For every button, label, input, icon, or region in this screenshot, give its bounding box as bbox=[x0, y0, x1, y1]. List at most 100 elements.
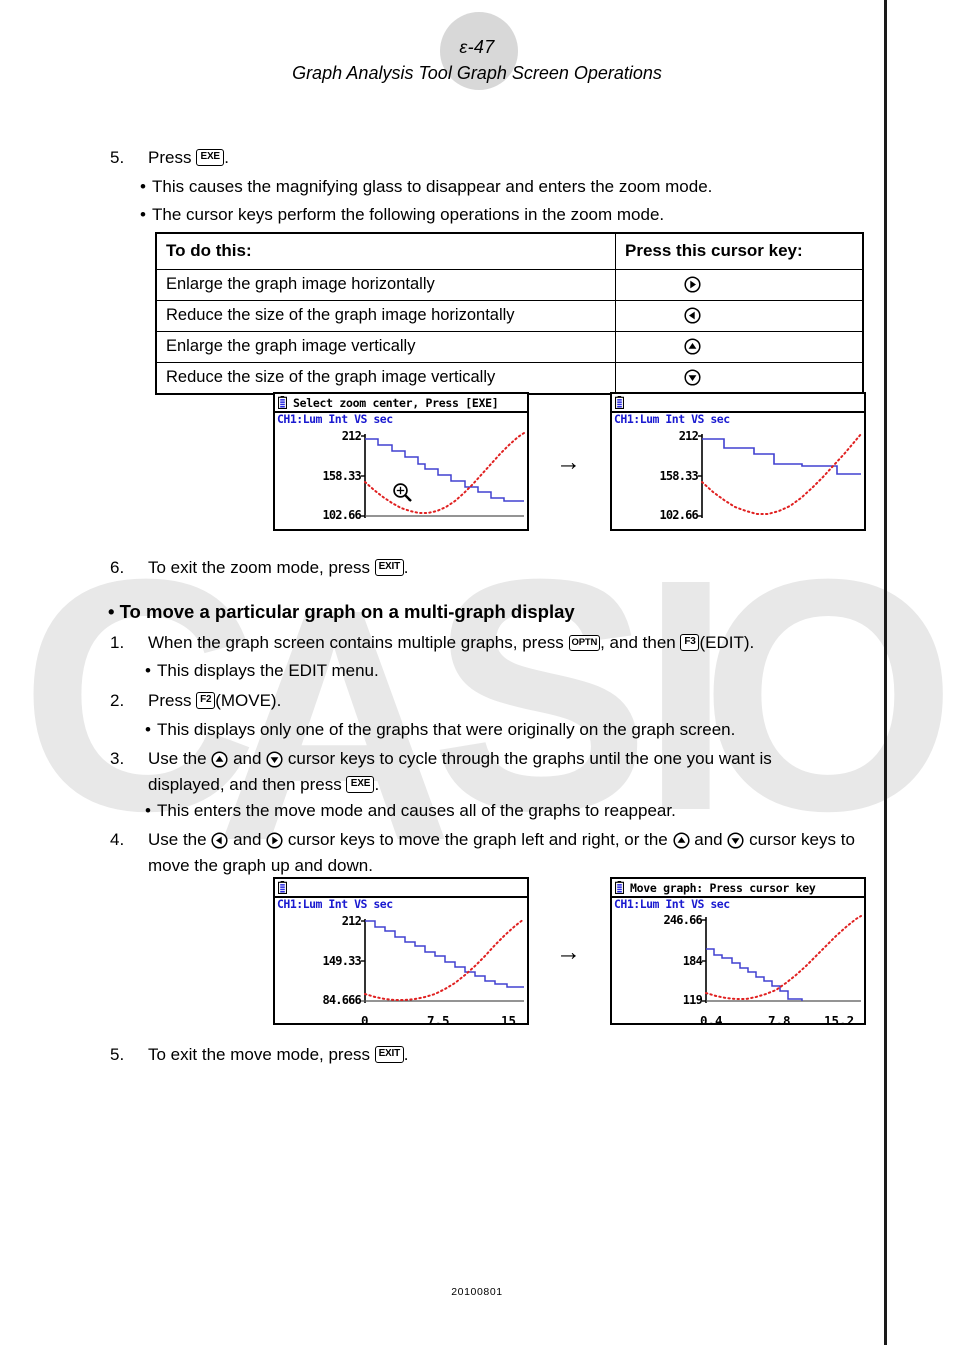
step-m1-text-c: (EDIT). bbox=[699, 633, 755, 652]
calculator-screen-fig2-after: Move graph: Press cursor key CH1:Lum Int… bbox=[610, 877, 866, 1025]
cursor-down-icon[interactable] bbox=[684, 368, 701, 386]
exe-key[interactable]: EXE bbox=[196, 149, 225, 166]
exit-key[interactable]: EXIT bbox=[374, 559, 404, 576]
step-5-body: Press EXE. bbox=[148, 145, 850, 171]
cursor-up-icon[interactable] bbox=[211, 750, 228, 768]
calc-x-axis-labels: 0.4 2.1 3.8 bbox=[696, 528, 853, 529]
step-m2-bullet-1-text: This displays only one of the graphs tha… bbox=[157, 720, 736, 739]
step-m1-number: 1. bbox=[110, 633, 125, 652]
step-5: 5. Press EXE. bbox=[110, 145, 850, 171]
step-m1-text-a: When the graph screen contains multiple … bbox=[148, 633, 564, 652]
x-label-1: 2.1 bbox=[767, 528, 790, 529]
table-cell-action: Enlarge the graph image horizontally bbox=[155, 269, 616, 301]
table-header-row: To do this: Press this cursor key: bbox=[155, 232, 864, 270]
cursor-key-operations-table: To do this: Press this cursor key: Enlar… bbox=[155, 232, 864, 395]
x-label-2: 15 bbox=[501, 1013, 517, 1025]
step-m3-text-a: Use the bbox=[148, 749, 207, 768]
table-row: Enlarge the graph image vertically bbox=[155, 331, 864, 363]
cursor-up-icon[interactable] bbox=[684, 337, 701, 355]
x-label-0: 0 bbox=[361, 528, 369, 529]
step-5-period: . bbox=[224, 148, 229, 167]
battery-icon bbox=[277, 881, 288, 895]
x-label-0: 0 bbox=[361, 1013, 369, 1025]
step-m4-text-b: and bbox=[233, 830, 262, 849]
y-label-bottom: 102.66 bbox=[322, 508, 361, 522]
page-right-rule bbox=[884, 0, 887, 1345]
calc-plot-area: 212 158.33 102.66 bbox=[275, 426, 527, 529]
step-m3-number: 3. bbox=[110, 749, 125, 768]
y-label-top: 212 bbox=[342, 914, 362, 928]
step-m4-text-c: cursor keys to move the graph left and r… bbox=[287, 830, 668, 849]
cursor-down-icon[interactable] bbox=[727, 831, 744, 849]
step-6-body: To exit the zoom mode, press EXIT. bbox=[148, 555, 850, 581]
x-label-0: 0.4 bbox=[700, 1013, 723, 1025]
x-label-1: 7.5 bbox=[427, 1013, 450, 1025]
table-header-key: Press this cursor key: bbox=[615, 232, 864, 270]
calc-channel-label: CH1:Lum Int VS sec bbox=[614, 412, 730, 426]
bullet-dot: • bbox=[145, 801, 151, 820]
calc-titlebar: Select zoom center, Press [EXE] bbox=[275, 394, 527, 413]
table-cell-action: Enlarge the graph image vertically bbox=[155, 331, 616, 363]
step-m1-bullet-1: • This displays the EDIT menu. bbox=[145, 658, 845, 684]
calculator-screen-fig1-before: Select zoom center, Press [EXE] CH1:Lum … bbox=[273, 392, 529, 531]
x-label-2: 10 bbox=[503, 528, 518, 529]
step-m5-number: 5. bbox=[110, 1045, 125, 1064]
calc-x-axis-labels: 0.4 7.8 15.2 bbox=[612, 1013, 864, 1025]
step-m1: 1. When the graph screen contains multip… bbox=[110, 630, 850, 656]
optn-key[interactable]: OPTN bbox=[568, 634, 601, 651]
calc-plot-area: 212 158.33 102.66 bbox=[612, 426, 864, 529]
y-label-top: 246.66 bbox=[663, 913, 702, 927]
cursor-right-icon[interactable] bbox=[684, 275, 701, 293]
x-label-2: 3.8 bbox=[830, 528, 853, 529]
y-label-mid: 158.33 bbox=[659, 469, 698, 483]
bullet-dot: • bbox=[145, 720, 151, 739]
step-5-text: Press bbox=[148, 148, 192, 167]
table-cell-key bbox=[615, 331, 864, 363]
exit-key[interactable]: EXIT bbox=[374, 1046, 404, 1063]
step-5-bullet-2-text: The cursor keys perform the following op… bbox=[152, 205, 665, 224]
f2-key[interactable]: F2 bbox=[196, 692, 216, 709]
step-m3-bullet-1-text: This enters the move mode and causes all… bbox=[157, 801, 676, 820]
y-label-top: 212 bbox=[342, 429, 362, 443]
exe-key[interactable]: EXE bbox=[346, 776, 375, 793]
page-number: ε-47 bbox=[459, 37, 495, 57]
section-bullet: • bbox=[108, 601, 115, 622]
table-cell-action: Reduce the size of the graph image horiz… bbox=[155, 300, 616, 332]
f3-key[interactable]: F3 bbox=[680, 634, 700, 651]
cursor-up-icon[interactable] bbox=[672, 831, 690, 849]
step-m4-number: 4. bbox=[110, 830, 125, 849]
step-m2-text-a: Press bbox=[148, 691, 192, 710]
y-label-mid: 158.33 bbox=[322, 469, 361, 483]
step-m1-text-b: , and then bbox=[600, 633, 676, 652]
step-m2-number: 2. bbox=[110, 691, 125, 710]
cursor-down-icon[interactable] bbox=[266, 750, 283, 768]
step-m1-body: When the graph screen contains multiple … bbox=[148, 630, 850, 656]
calc-x-axis-labels: 0 5 10 bbox=[361, 528, 518, 529]
cursor-right-icon[interactable] bbox=[266, 831, 283, 849]
y-label-bottom: 84.666 bbox=[322, 993, 361, 1007]
step-m3: 3. Use the and cursor keys to cycle thro… bbox=[110, 746, 850, 798]
step-m4-body: Use the and cursor keys to move the grap… bbox=[148, 827, 855, 879]
step-m5-text-a: To exit the move mode, press bbox=[148, 1045, 371, 1064]
transition-arrow-2: → bbox=[556, 938, 581, 966]
battery-icon bbox=[614, 396, 625, 410]
x-label-2: 15.2 bbox=[824, 1013, 855, 1025]
y-label-mid: 149.33 bbox=[322, 954, 361, 968]
calc-titlebar bbox=[612, 394, 864, 413]
cursor-left-icon[interactable] bbox=[211, 831, 228, 849]
calc-titlebar bbox=[275, 879, 527, 898]
step-m5-period: . bbox=[403, 1045, 409, 1064]
transition-arrow-1: → bbox=[556, 448, 581, 476]
page-title: Graph Analysis Tool Graph Screen Operati… bbox=[292, 63, 662, 83]
step-m4-text-d: and bbox=[694, 830, 723, 849]
step-m3-bullet-1: • This enters the move mode and causes a… bbox=[145, 798, 845, 824]
step-m3-period: . bbox=[374, 775, 380, 794]
cursor-left-icon[interactable] bbox=[684, 306, 701, 324]
step-m4-text-a: Use the bbox=[148, 830, 207, 849]
step-m2: 2. Press F2 (MOVE). bbox=[110, 688, 850, 714]
step-5-bullet-2: • The cursor keys perform the following … bbox=[140, 202, 860, 228]
step-5-bullet-1: • This causes the magnifying glass to di… bbox=[140, 174, 860, 200]
calc-titlebar-text: Select zoom center, Press [EXE] bbox=[293, 395, 499, 410]
bullet-dot: • bbox=[140, 177, 146, 196]
y-label-top: 212 bbox=[679, 429, 699, 443]
